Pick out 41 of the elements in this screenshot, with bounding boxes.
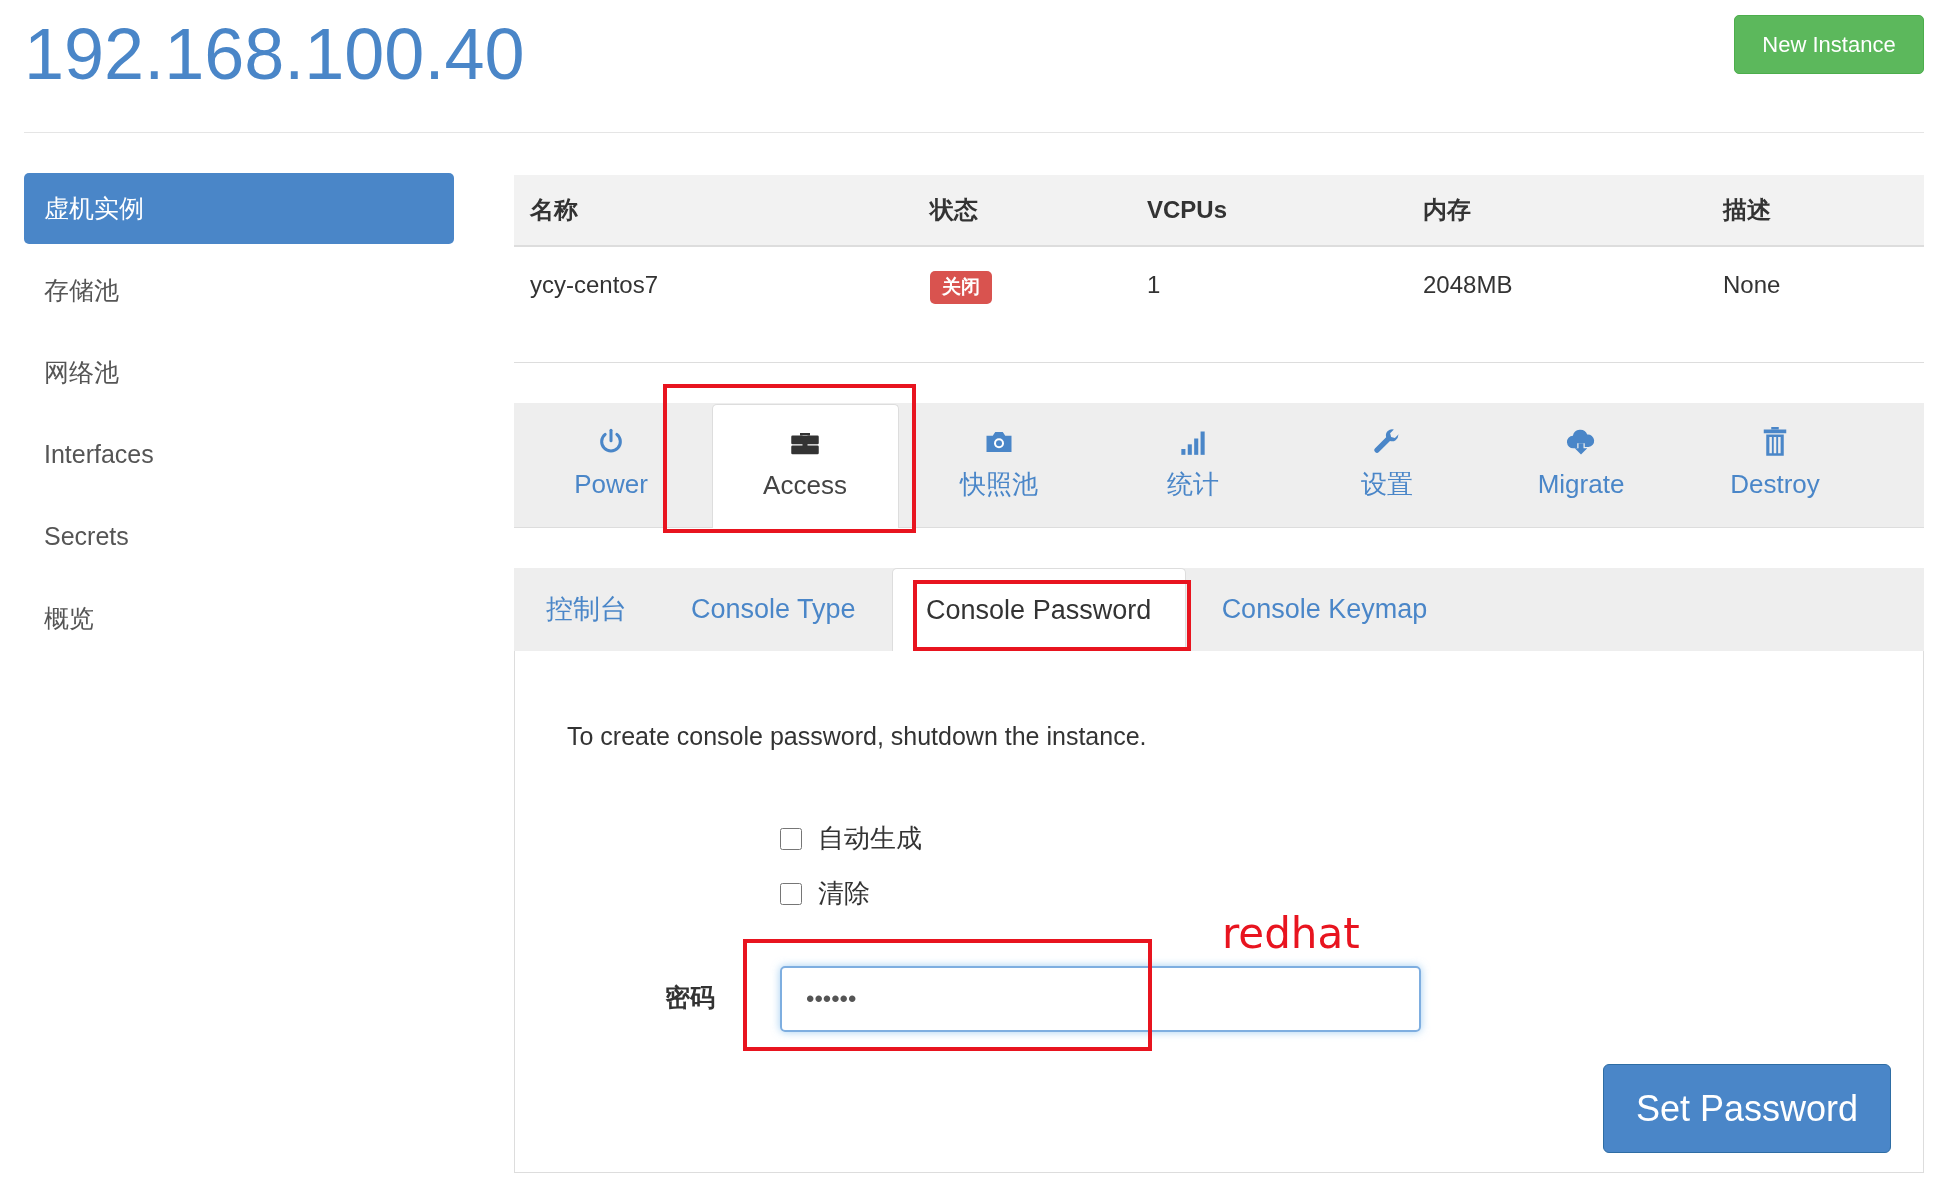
sidebar-item[interactable]: 网络池 <box>24 337 454 408</box>
new-instance-button[interactable]: New Instance <box>1734 15 1924 74</box>
action-tab[interactable]: Access <box>711 404 899 528</box>
trash-icon <box>1762 426 1788 457</box>
sub-tab[interactable]: Console Keymap <box>1189 568 1460 651</box>
action-tab[interactable]: 统计 <box>1096 403 1290 527</box>
checkbox-label: 清除 <box>818 877 870 910</box>
instruction-text: To create console password, shutdown the instance. <box>567 721 1147 752</box>
checkbox-label: 自动生成 <box>818 822 922 855</box>
sub-tab[interactable]: 控制台 <box>514 568 659 651</box>
action-tab[interactable]: Destroy <box>1678 403 1872 527</box>
sidebar-item[interactable]: 概览 <box>24 583 454 654</box>
action-tab[interactable]: Power <box>514 403 708 527</box>
cloud-download-icon <box>1566 427 1596 456</box>
action-tab[interactable]: 设置 <box>1290 403 1484 527</box>
table-cell: ycy-centos7 <box>530 270 659 298</box>
sidebar-item[interactable]: 虚机实例 <box>24 173 454 244</box>
action-tab[interactable]: Migrate <box>1484 403 1678 527</box>
status-badge: 关闭 <box>930 271 992 304</box>
column-header: VCPUs <box>1146 195 1229 225</box>
set-password-button[interactable]: Set Password <box>1603 1064 1891 1153</box>
checkbox[interactable] <box>780 882 802 905</box>
sidebar-item[interactable]: Interfaces <box>24 419 454 490</box>
briefcase-icon <box>790 430 820 456</box>
password-field[interactable]: •••••• <box>780 966 1421 1032</box>
column-header: 描述 <box>1721 195 1772 225</box>
table-cell: 1 <box>1147 270 1161 298</box>
annotation-text: redhat <box>1222 913 1360 955</box>
sidebar-item[interactable]: 存储池 <box>24 255 454 326</box>
page-title: 192.168.100.40 <box>24 18 525 90</box>
column-header: 内存 <box>1422 195 1472 225</box>
field-label: 密码 <box>665 982 715 1013</box>
column-header: 状态 <box>928 195 979 225</box>
checkbox[interactable] <box>780 827 802 850</box>
sidebar-item[interactable]: Secrets <box>24 501 454 572</box>
column-header: 名称 <box>529 195 579 225</box>
sub-tab[interactable]: Console Password <box>891 568 1186 651</box>
table-cell: None <box>1723 270 1781 298</box>
sub-tab[interactable]: Console Type <box>659 568 888 651</box>
table-cell: 2048MB <box>1423 270 1513 298</box>
action-tab[interactable]: 快照池 <box>902 403 1096 527</box>
